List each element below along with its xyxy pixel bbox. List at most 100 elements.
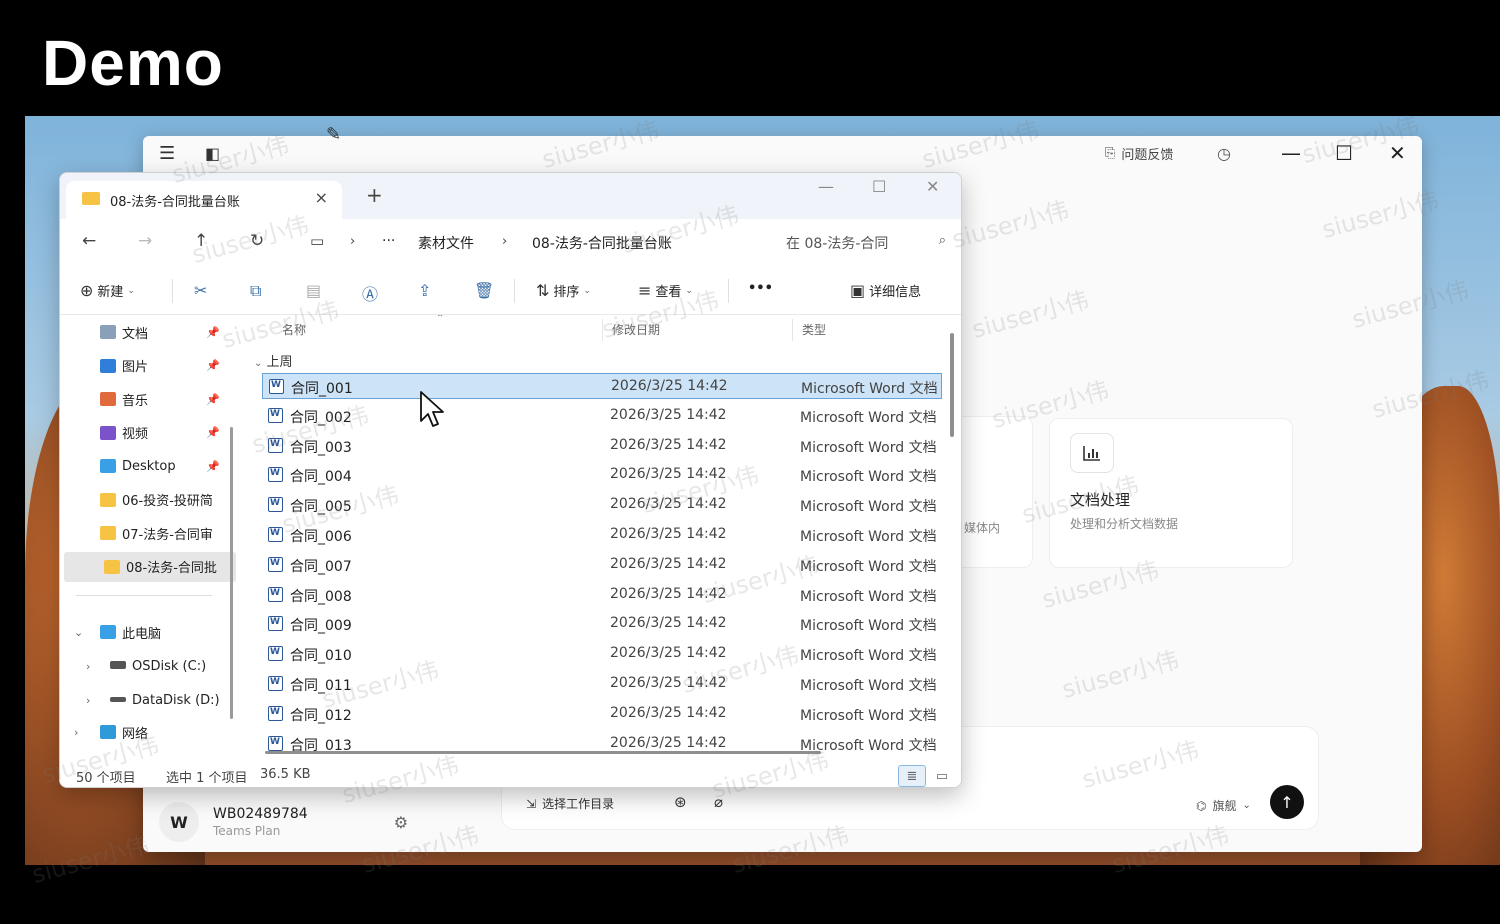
copy-icon: ⧉ [250,281,262,300]
sidebar-item[interactable]: 07-法务-合同审 [60,518,232,548]
pin-icon[interactable]: 📌 [206,359,220,372]
more-button[interactable]: ••• [748,281,773,296]
file-date: 2026/3/25 14:42 [611,378,728,394]
chevron-down-icon: ⌄ [254,358,263,369]
file-name: 合同_005 [290,499,352,516]
paste-button[interactable]: ▤ [306,281,321,300]
table-row[interactable]: 合同_006 2026/3/25 14:42 Microsoft Word 文档 [262,522,942,548]
minimize-button[interactable]: — [1281,141,1301,165]
details-view-button[interactable]: ≣ [898,765,926,787]
table-row[interactable]: 合同_009 2026/3/25 14:42 Microsoft Word 文档 [262,611,942,637]
table-row[interactable]: 合同_007 2026/3/25 14:42 Microsoft Word 文档 [262,552,942,578]
column-header-type[interactable]: 类型 [802,321,826,338]
close-button[interactable]: ✕ [1389,141,1406,165]
breadcrumb-ellipsis[interactable]: ··· [382,233,395,249]
sidebar-item-this-pc[interactable]: ⌄ 此电脑 [60,617,232,647]
refresh-icon[interactable]: ↻ [250,231,264,251]
table-row[interactable]: 合同_008 2026/3/25 14:42 Microsoft Word 文档 [262,582,942,608]
table-row[interactable]: 合同_001 2026/3/25 14:42 Microsoft Word 文档 [262,373,942,399]
sidebar-item-network[interactable]: › 网络 [60,717,232,747]
table-row[interactable]: 合同_004 2026/3/25 14:42 Microsoft Word 文档 [262,462,942,488]
pin-icon[interactable]: 📌 [206,460,220,473]
group-header[interactable]: ⌄ 上周 [254,351,293,370]
sort-button[interactable]: ⇅ 排序 ⌄ [536,281,591,300]
settings-icon[interactable]: ⚙ [394,813,408,832]
file-name: 合同_002 [290,409,352,426]
table-row[interactable]: 合同_011 2026/3/25 14:42 Microsoft Word 文档 [262,671,942,697]
explorer-tab[interactable]: 08-法务-合同批量台账 × [66,181,342,219]
share-button[interactable]: ⇪ [418,281,431,300]
back-icon[interactable]: ← [82,231,96,251]
feedback-icon: ⎘ [1105,146,1116,161]
close-button[interactable]: ✕ [926,177,939,196]
copy-button[interactable]: ⧉ [250,281,261,301]
sidebar-item[interactable]: 音乐 📌 [60,384,232,414]
computer-icon[interactable]: ▭ [310,232,324,250]
sidebar-item[interactable]: 06-投资-投研简 [60,485,232,515]
feature-card-doc-processing[interactable]: 文档处理 处理和分析文档数据 [1049,418,1293,568]
sidebar-item[interactable]: 视频 📌 [60,418,232,448]
sidebar-item-drive-d[interactable]: › DataDisk (D:) [60,685,232,715]
file-date: 2026/3/25 14:42 [610,734,727,751]
sidebar-item-label: OSDisk (C:) [132,658,207,674]
search-input[interactable]: 在 08-法务-合同 ⌕ [778,227,950,259]
tiles-view-button[interactable]: ▭ [928,765,956,787]
sidebar-item[interactable]: 图片 📌 [60,351,232,381]
table-row[interactable]: 合同_012 2026/3/25 14:42 Microsoft Word 文档 [262,701,942,727]
column-divider[interactable] [792,319,793,341]
file-date: 2026/3/25 14:42 [610,585,727,602]
browser-icon[interactable]: ⊛ [674,793,687,811]
column-header-name[interactable]: 名称 [282,321,306,338]
minimize-button[interactable]: — [818,177,834,196]
up-icon[interactable]: ↑ [194,231,208,251]
table-row[interactable]: 合同_003 2026/3/25 14:42 Microsoft Word 文档 [262,433,942,459]
view-button[interactable]: ≡ 查看 ⌄ [638,281,693,300]
feedback-button[interactable]: ⎘ 问题反馈 [1105,144,1173,163]
column-header-modified[interactable]: 修改日期 [612,321,660,338]
model-selector[interactable]: ⌬ 旗舰 ⌄ [1196,797,1251,814]
new-tab-button[interactable]: + [366,183,383,207]
cut-button[interactable]: ✂ [194,281,207,300]
menu-icon[interactable]: ☰ [159,143,175,164]
maximize-button[interactable]: ☐ [1335,141,1353,165]
breadcrumb-item[interactable]: 素材文件 [418,233,474,253]
pin-icon[interactable]: 📌 [206,326,220,339]
send-button[interactable]: ↑ [1270,785,1304,819]
sidebar-item[interactable]: 08-法务-合同批 [64,551,236,582]
file-list-scrollbar[interactable] [950,333,954,437]
rename-button[interactable]: Ⓐ [362,281,378,305]
user-name: WB02489784 [213,806,308,822]
column-divider[interactable] [602,319,603,341]
file-name: 合同_004 [290,469,352,486]
nav-scrollbar[interactable] [230,427,233,719]
pin-icon[interactable]: 📌 [206,426,220,439]
breadcrumb-item[interactable]: 08-法务-合同批量台账 [532,233,672,253]
maximize-button[interactable]: ☐ [872,177,886,196]
table-row[interactable]: 合同_010 2026/3/25 14:42 Microsoft Word 文档 [262,641,942,667]
attach-icon[interactable]: ⌀ [714,793,723,811]
paste-icon: ▤ [306,281,322,300]
sidebar-item-drive-c[interactable]: › OSDisk (C:) [60,651,232,681]
details-button[interactable]: ▣ 详细信息 [850,281,921,300]
sidebar-item[interactable]: 文档 📌 [60,317,232,347]
horizontal-scrollbar[interactable] [265,751,821,754]
table-row[interactable]: 合同_005 2026/3/25 14:42 Microsoft Word 文档 [262,492,942,518]
delete-button[interactable]: 🗑 [474,281,494,300]
file-date: 2026/3/25 14:42 [610,466,727,483]
close-tab-icon[interactable]: × [315,188,328,207]
list-view-icon: ≣ [906,768,918,784]
pin-icon[interactable]: 📌 [206,393,220,406]
sidebar-item[interactable]: Desktop 📌 [60,451,232,481]
table-row[interactable]: 合同_002 2026/3/25 14:42 Microsoft Word 文档 [262,403,942,429]
forward-icon[interactable]: → [138,231,152,251]
select-workdir-button[interactable]: ⇲ 选择工作目录 [526,795,614,812]
sidebar-toggle-icon[interactable]: ◧ [205,144,220,163]
history-icon[interactable]: ◷ [1217,144,1231,163]
word-doc-icon [268,646,283,662]
word-doc-icon [268,467,283,483]
new-button[interactable]: ⊕ 新建 ⌄ [80,281,135,300]
file-list: 名称 ⌃ 修改日期 类型 ⌄ 上周 合同_001 2026/3/25 14:42 M… [240,315,960,763]
explorer-navbar: ← → ↑ ↻ ▭ › ··· 素材文件 › 08-法务-合同批量台账 在 08… [60,219,961,267]
user-profile[interactable]: W WB02489784 Teams Plan ⚙ [159,802,408,842]
word-doc-icon [268,556,283,572]
